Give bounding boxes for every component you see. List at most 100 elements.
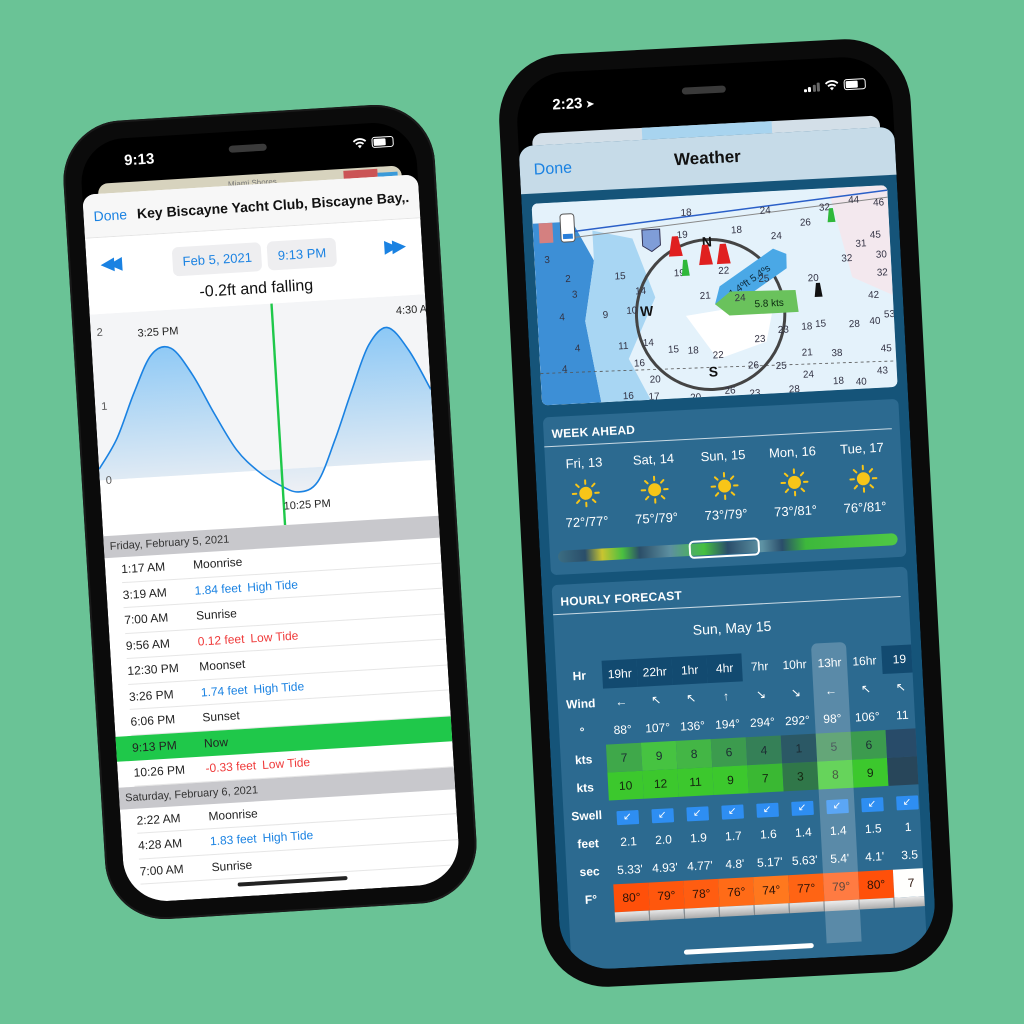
- forecast-cell[interactable]: 5.63': [787, 845, 823, 875]
- forecast-cell[interactable]: ←: [813, 676, 849, 706]
- forecast-cell[interactable]: 1: [890, 812, 926, 842]
- forecast-cell[interactable]: 77°: [788, 873, 825, 904]
- forecast-cell[interactable]: 80°: [613, 882, 650, 913]
- week-day[interactable]: Mon, 16 73°/81°: [761, 443, 827, 520]
- forecast-cell[interactable]: ↙: [749, 791, 785, 821]
- forecast-cell[interactable]: 2.1: [610, 827, 646, 857]
- forecast-cell[interactable]: 10: [607, 770, 644, 801]
- forecast-cell[interactable]: 4.1': [856, 842, 892, 872]
- marina-icon[interactable]: [538, 222, 554, 244]
- week-day[interactable]: Sun, 15 73°/79°: [692, 446, 758, 523]
- forecast-cell[interactable]: 5: [815, 731, 853, 762]
- forecast-cell[interactable]: 22hr: [636, 657, 673, 687]
- nautical-chart-map[interactable]: N S W 1.4ºft 5.4ºs 5.8 kts 18 24 19 18 24 26 3…: [531, 185, 898, 406]
- forecast-cell[interactable]: 7: [747, 763, 784, 794]
- forecast-cell[interactable]: ↖: [673, 683, 709, 713]
- forecast-cell[interactable]: 7: [605, 742, 643, 773]
- forecast-cell[interactable]: 5.4': [822, 844, 858, 874]
- forecast-cell[interactable]: ←: [603, 687, 639, 717]
- forecast-cell[interactable]: 10hr: [776, 650, 812, 680]
- forecast-cell[interactable]: 9: [712, 765, 749, 796]
- forecast-cell[interactable]: 7: [892, 867, 928, 898]
- forecast-cell[interactable]: ↙: [679, 795, 715, 825]
- forecast-cell[interactable]: ↙: [819, 788, 855, 818]
- forecast-cell[interactable]: 98°: [814, 704, 850, 734]
- forecast-cell[interactable]: 4.93': [647, 853, 683, 883]
- forecast-cell[interactable]: 19hr: [601, 658, 638, 689]
- tide-chart[interactable]: 2 1 0 3:25 PM 10:25 PM 4:30 AM: [89, 294, 439, 536]
- forecast-cell[interactable]: ↙: [644, 797, 680, 827]
- forecast-cell[interactable]: ↙: [784, 790, 820, 820]
- forecast-cell[interactable]: 1hr: [671, 655, 708, 686]
- forecast-cell[interactable]: 13hr: [811, 648, 847, 678]
- forecast-cell[interactable]: 1.4: [820, 816, 856, 846]
- forecast-cell[interactable]: 106°: [849, 702, 885, 732]
- week-day[interactable]: Fri, 13 72°/77°: [553, 454, 619, 531]
- forecast-cell[interactable]: 79°: [648, 880, 685, 911]
- forecast-cell[interactable]: 107°: [639, 713, 675, 743]
- forecast-cell[interactable]: 294°: [744, 707, 780, 737]
- forecast-cell[interactable]: 4: [745, 735, 783, 766]
- forecast-cell[interactable]: ↙: [889, 784, 925, 814]
- forecast-cell[interactable]: 79°: [822, 871, 860, 902]
- forecast-cell[interactable]: ↖: [848, 674, 884, 704]
- done-button[interactable]: Done: [93, 206, 127, 224]
- forecast-cell[interactable]: 8: [817, 759, 854, 790]
- forecast-cell[interactable]: ↘: [743, 680, 779, 710]
- forecast-cell[interactable]: 3.5: [891, 840, 927, 870]
- forecast-cell[interactable]: 88°: [604, 715, 640, 745]
- forecast-cell[interactable]: 4.77': [682, 851, 718, 881]
- depth-sounding: 43: [877, 365, 889, 377]
- forecast-cell[interactable]: 8: [675, 739, 713, 769]
- forecast-cell[interactable]: 136°: [674, 711, 710, 741]
- forecast-cell[interactable]: 19: [881, 644, 918, 675]
- forecast-cell[interactable]: 11: [884, 700, 920, 730]
- swell-direction-icon: ↙: [720, 804, 744, 820]
- week-day[interactable]: Sat, 14 75°/79°: [622, 450, 688, 527]
- forecast-cell[interactable]: ↑: [708, 681, 744, 711]
- forecast-cell[interactable]: [885, 728, 922, 758]
- forecast-cell[interactable]: ↘: [778, 678, 814, 708]
- forecast-cell[interactable]: 5.17': [752, 847, 788, 877]
- forecast-cell[interactable]: 5.33': [612, 855, 648, 885]
- forecast-cell[interactable]: 74°: [753, 875, 790, 906]
- week-selector-handle[interactable]: [688, 537, 761, 559]
- forecast-cell[interactable]: 1: [780, 733, 818, 764]
- time-pill[interactable]: 9:13 PM: [266, 237, 338, 271]
- forecast-cell[interactable]: 1.7: [715, 821, 751, 851]
- hourly-grid[interactable]: Hr 19hr 22hr 1hr 4hr 7hr 10hr 13hr 16hr 19 Wind ← ↖ ↖…: [556, 641, 928, 944]
- forecast-cell[interactable]: 1.9: [680, 823, 716, 853]
- forecast-cell[interactable]: 16hr: [846, 646, 882, 676]
- forecast-cell[interactable]: 9: [852, 757, 889, 788]
- forecast-cell[interactable]: ↙: [854, 786, 890, 816]
- forecast-cell[interactable]: 76°: [718, 877, 755, 907]
- forecast-cell[interactable]: 1.6: [750, 819, 786, 849]
- wind-arrow-icon: ←: [614, 694, 628, 710]
- forecast-cell[interactable]: ↖: [883, 672, 919, 702]
- forecast-cell[interactable]: 12: [642, 768, 679, 799]
- forecast-cell[interactable]: 11: [677, 767, 714, 797]
- forecast-cell[interactable]: 80°: [857, 869, 895, 900]
- forecast-cell[interactable]: ↙: [609, 799, 645, 829]
- forecast-cell[interactable]: 194°: [709, 709, 745, 739]
- forecast-cell[interactable]: 2.0: [645, 825, 681, 855]
- rewind-icon[interactable]: ◀◀: [100, 253, 117, 275]
- forecast-cell[interactable]: ↙: [714, 793, 750, 823]
- forecast-cell[interactable]: 292°: [779, 706, 815, 736]
- forecast-cell[interactable]: 4.8': [717, 849, 753, 879]
- forecast-cell[interactable]: ↖: [638, 685, 674, 715]
- forecast-cell[interactable]: 6: [850, 729, 888, 760]
- forecast-cell[interactable]: 1.4: [785, 817, 821, 847]
- forecast-cell[interactable]: 4hr: [706, 653, 743, 684]
- week-day[interactable]: Tue, 17 76°/81°: [831, 439, 897, 516]
- forecast-cell[interactable]: 6: [710, 737, 748, 768]
- fast-forward-icon[interactable]: ▶▶: [384, 236, 401, 258]
- forecast-cell[interactable]: 9: [640, 740, 678, 771]
- forecast-cell[interactable]: 1.5: [855, 814, 891, 844]
- date-pill[interactable]: Feb 5, 2021: [171, 241, 263, 276]
- forecast-cell[interactable]: 7hr: [741, 652, 777, 682]
- forecast-cell[interactable]: [887, 756, 924, 786]
- forecast-cell[interactable]: 3: [782, 761, 819, 792]
- forecast-cell[interactable]: 78°: [683, 878, 720, 909]
- hourly-date: Sun, May 15: [692, 617, 772, 638]
